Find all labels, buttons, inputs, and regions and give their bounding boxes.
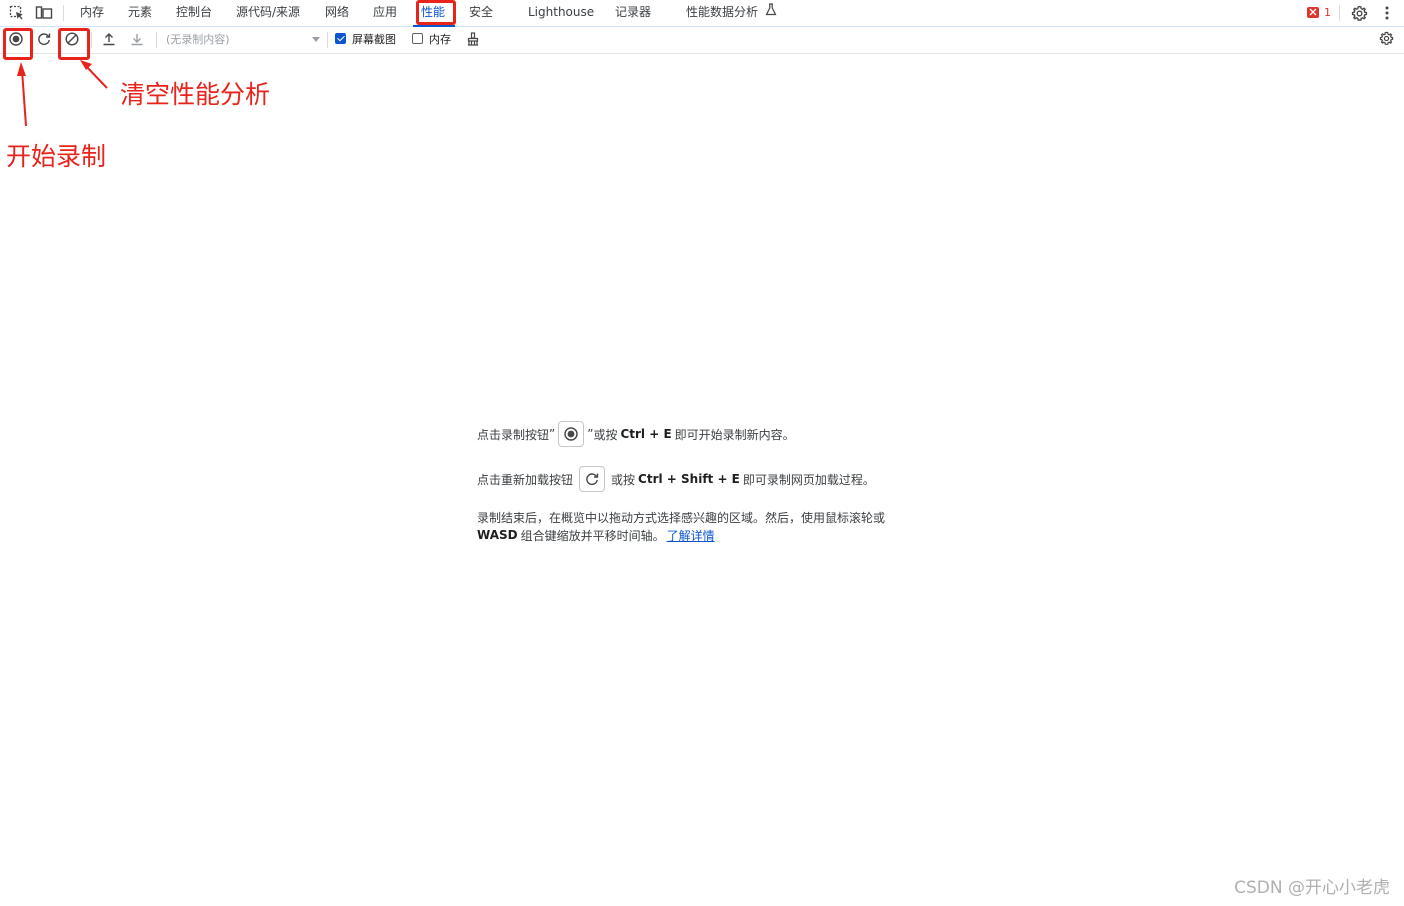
more-options-icon[interactable] — [1378, 4, 1396, 22]
tab-network[interactable]: 网络 — [325, 0, 349, 26]
quote-open: ” — [549, 427, 556, 441]
issues-count: 1 — [1324, 6, 1331, 19]
instruction-record-or: 或按 — [593, 427, 618, 442]
annotation-clear-label: 清空性能分析 — [120, 80, 271, 109]
issue-flag-icon — [1307, 7, 1319, 18]
tab-application[interactable]: 应用 — [373, 0, 397, 26]
screenshots-label: 屏幕截图 — [352, 33, 396, 46]
instruction-overview: 录制结束后，在概览中以拖动方式选择感兴趣的区域。然后，使用鼠标滚轮或 — [477, 508, 885, 526]
learn-more-link[interactable]: 了解详情 — [667, 527, 715, 544]
instruction-reload-prefix: 点击重新加载按钮 — [477, 472, 574, 487]
tab-performance-insights-label: 性能数据分析 — [686, 5, 759, 19]
memory-checkbox[interactable] — [412, 33, 423, 44]
inline-record-button[interactable] — [558, 421, 585, 447]
screenshots-checkbox[interactable] — [335, 33, 346, 44]
tab-lighthouse[interactable]: Lighthouse — [528, 0, 594, 26]
instruction-reload-suffix: 即可录制网页加载过程。 — [742, 472, 875, 487]
issues-counter[interactable]: 1 — [1307, 6, 1331, 19]
instruction-record-suffix: 即可开始录制新内容。 — [674, 427, 795, 442]
inline-reload-button[interactable] — [579, 466, 606, 492]
settings-gear-icon — [1379, 31, 1394, 50]
shortcut-reload: Ctrl + Shift + E — [638, 472, 740, 486]
tab-performance-insights[interactable]: 性能数据分析 — [686, 0, 777, 26]
shortcut-wasd: WASD — [477, 528, 518, 542]
annotation-highlight-performance-tab — [416, 0, 456, 25]
capture-settings-button[interactable] — [1377, 31, 1395, 49]
chevron-down-icon — [312, 37, 320, 42]
instruction-reload: 点击重新加载按钮 或按 Ctrl + Shift + E 即可录制网页加载过程。 — [477, 466, 875, 492]
instruction-navigate-text: 组合键缩放并平移时间轴。 — [520, 528, 665, 543]
instruction-record-prefix: 点击录制按钮 — [477, 427, 550, 442]
toolbar-separator — [327, 32, 328, 48]
instruction-navigate: WASD 组合键缩放并平移时间轴。 了解详情 — [477, 526, 715, 544]
experiment-flask-icon — [765, 0, 777, 25]
settings-gear-icon[interactable] — [1350, 4, 1368, 22]
memory-label: 内存 — [429, 33, 451, 46]
tab-recorder[interactable]: 记录器 — [615, 0, 651, 26]
garbage-collect-button[interactable] — [464, 31, 482, 49]
watermark: CSDN @开心小老虎 — [1234, 878, 1390, 898]
shortcut-record: Ctrl + E — [620, 427, 672, 441]
instruction-overview-text: 录制结束后，在概览中以拖动方式选择感兴趣的区域。然后，使用鼠标滚轮或 — [477, 510, 886, 525]
instruction-reload-or: 或按 — [611, 472, 636, 487]
instruction-record: 点击录制按钮 ” ” 或按 Ctrl + E 即可开始录制新内容。 — [477, 421, 795, 447]
right-separator — [1339, 5, 1340, 21]
tab-security[interactable]: 安全 — [469, 0, 493, 26]
annotation-record-label: 开始录制 — [6, 142, 107, 171]
broom-icon — [466, 31, 480, 50]
